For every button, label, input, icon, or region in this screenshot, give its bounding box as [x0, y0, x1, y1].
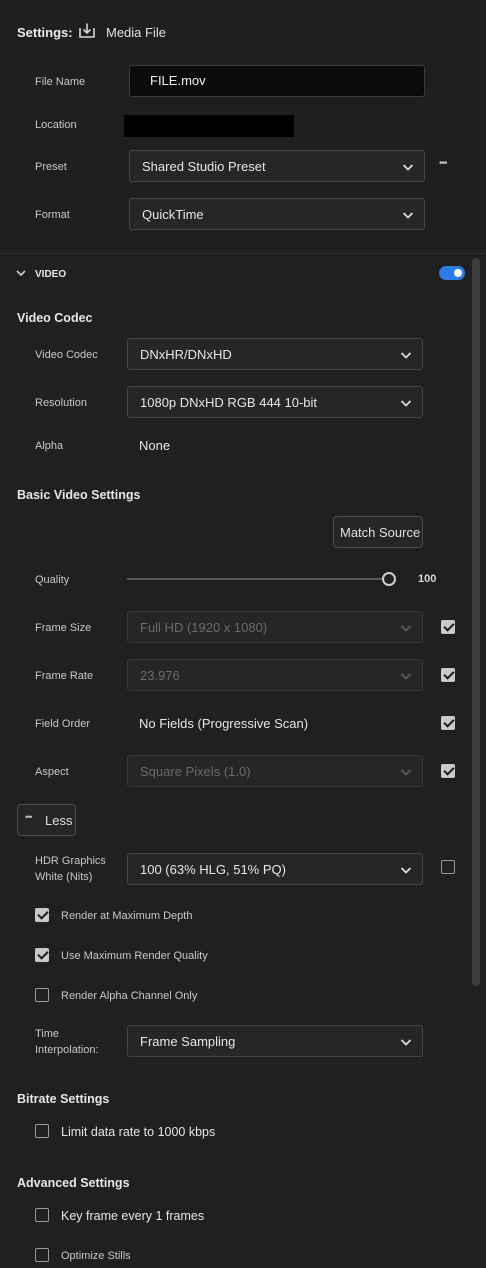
- format-dropdown[interactable]: QuickTime: [129, 198, 425, 230]
- frame-size-dropdown[interactable]: Full HD (1920 x 1080): [127, 611, 423, 643]
- chevron-down-icon: [400, 1039, 412, 1046]
- chevron-down-icon: [400, 769, 412, 776]
- limit-data-rate-label[interactable]: Limit data rate to 1000 kbps: [61, 1125, 215, 1139]
- chevron-down-icon: [400, 625, 412, 632]
- hdr-label-line2: White (Nits): [35, 871, 93, 883]
- match-source-button[interactable]: Match Source: [333, 516, 423, 548]
- match-source-label: Match Source: [340, 525, 421, 540]
- toggle-knob: [454, 269, 462, 277]
- frame-rate-label: Frame Rate: [35, 670, 94, 682]
- max-render-quality-checkbox[interactable]: [35, 948, 49, 962]
- quality-slider-track[interactable]: [127, 578, 389, 580]
- frame-rate-checkbox[interactable]: [441, 668, 455, 682]
- chevron-down-icon: [400, 673, 412, 680]
- file-name-input[interactable]: FILE.mov: [129, 65, 425, 97]
- frame-size-checkbox[interactable]: [441, 620, 455, 634]
- location-field[interactable]: [124, 115, 294, 137]
- alpha-value: None: [139, 438, 171, 453]
- quality-label: Quality: [35, 574, 70, 586]
- format-label: Format: [35, 209, 70, 221]
- preset-dropdown[interactable]: Shared Studio Preset: [129, 150, 425, 182]
- aspect-dropdown[interactable]: Square Pixels (1.0): [127, 755, 423, 787]
- render-max-depth-label[interactable]: Render at Maximum Depth: [61, 910, 192, 922]
- hdr-checkbox[interactable]: [441, 860, 455, 874]
- aspect-value: Square Pixels (1.0): [140, 764, 251, 779]
- field-order-value: No Fields (Progressive Scan): [139, 716, 309, 731]
- settings-label: Settings:: [17, 25, 73, 40]
- video-codec-label: Video Codec: [35, 349, 98, 361]
- export-icon: [78, 22, 96, 40]
- scrollbar-thumb[interactable]: [472, 258, 480, 986]
- resolution-label: Resolution: [35, 397, 87, 409]
- aspect-label: Aspect: [35, 766, 69, 778]
- hdr-graphics-white-dropdown[interactable]: 100 (63% HLG, 51% PQ): [127, 853, 423, 885]
- field-order-checkbox[interactable]: [441, 716, 455, 730]
- time-interpolation-value: Frame Sampling: [140, 1034, 236, 1049]
- preset-more-button[interactable]: •••: [439, 158, 447, 169]
- max-render-quality-label[interactable]: Use Maximum Render Quality: [61, 950, 208, 962]
- quality-slider-handle[interactable]: [382, 572, 396, 586]
- optimize-stills-label[interactable]: Optimize Stills: [61, 1250, 131, 1262]
- video-codec-dropdown[interactable]: DNxHR/DNxHD: [127, 338, 423, 370]
- video-toggle[interactable]: [439, 266, 465, 280]
- frame-size-value: Full HD (1920 x 1080): [140, 620, 268, 635]
- less-button[interactable]: ••• Less: [17, 804, 76, 836]
- file-name-label: File Name: [35, 76, 86, 88]
- chevron-down-icon: [400, 352, 412, 359]
- time-interp-line2: Interpolation:: [35, 1044, 99, 1056]
- preset-label: Preset: [35, 161, 67, 173]
- location-label: Location: [35, 119, 77, 131]
- more-dots-icon: •••: [25, 812, 33, 822]
- hdr-graphics-white-label: HDR Graphics White (Nits): [35, 853, 106, 885]
- chevron-down-icon: [402, 164, 414, 171]
- time-interp-line1: Time: [35, 1028, 60, 1040]
- advanced-settings-heading: Advanced Settings: [17, 1176, 130, 1190]
- time-interpolation-dropdown[interactable]: Frame Sampling: [127, 1025, 423, 1057]
- resolution-dropdown[interactable]: 1080p DNxHD RGB 444 10-bit: [127, 386, 423, 418]
- bitrate-settings-heading: Bitrate Settings: [17, 1092, 110, 1106]
- basic-video-settings-heading: Basic Video Settings: [17, 488, 141, 502]
- chevron-down-icon: [400, 867, 412, 874]
- time-interpolation-label: Time Interpolation:: [35, 1026, 99, 1058]
- chevron-down-icon: [400, 400, 412, 407]
- hdr-graphics-white-value: 100 (63% HLG, 51% PQ): [140, 862, 286, 877]
- render-alpha-only-label[interactable]: Render Alpha Channel Only: [61, 990, 197, 1002]
- format-value: QuickTime: [142, 207, 204, 222]
- keyframe-label[interactable]: Key frame every 1 frames: [61, 1209, 204, 1223]
- hdr-label-line1: HDR Graphics: [35, 855, 106, 867]
- render-alpha-only-checkbox[interactable]: [35, 988, 49, 1002]
- media-file-label: Media File: [106, 25, 166, 40]
- alpha-label: Alpha: [35, 440, 64, 452]
- preset-value: Shared Studio Preset: [142, 159, 266, 174]
- limit-data-rate-checkbox[interactable]: [35, 1124, 49, 1138]
- resolution-value: 1080p DNxHD RGB 444 10-bit: [140, 395, 318, 410]
- chevron-down-icon: [402, 212, 414, 219]
- video-codec-heading: Video Codec: [17, 311, 93, 325]
- frame-rate-value: 23.976: [140, 668, 180, 683]
- less-label: Less: [45, 813, 73, 828]
- video-codec-value: DNxHR/DNxHD: [140, 347, 232, 362]
- field-order-label: Field Order: [35, 718, 91, 730]
- file-name-value: FILE.mov: [150, 73, 206, 88]
- frame-size-label: Frame Size: [35, 622, 92, 634]
- keyframe-checkbox[interactable]: [35, 1208, 49, 1222]
- video-section-label: VIDEO: [35, 269, 67, 280]
- frame-rate-dropdown[interactable]: 23.976: [127, 659, 423, 691]
- collapse-chevron-icon[interactable]: [15, 267, 27, 279]
- quality-value: 100: [418, 573, 437, 585]
- aspect-checkbox[interactable]: [441, 764, 455, 778]
- optimize-stills-checkbox[interactable]: [35, 1248, 49, 1262]
- render-max-depth-checkbox[interactable]: [35, 908, 49, 922]
- settings-header-panel: Settings: Media File File Name FILE.mov …: [0, 0, 486, 254]
